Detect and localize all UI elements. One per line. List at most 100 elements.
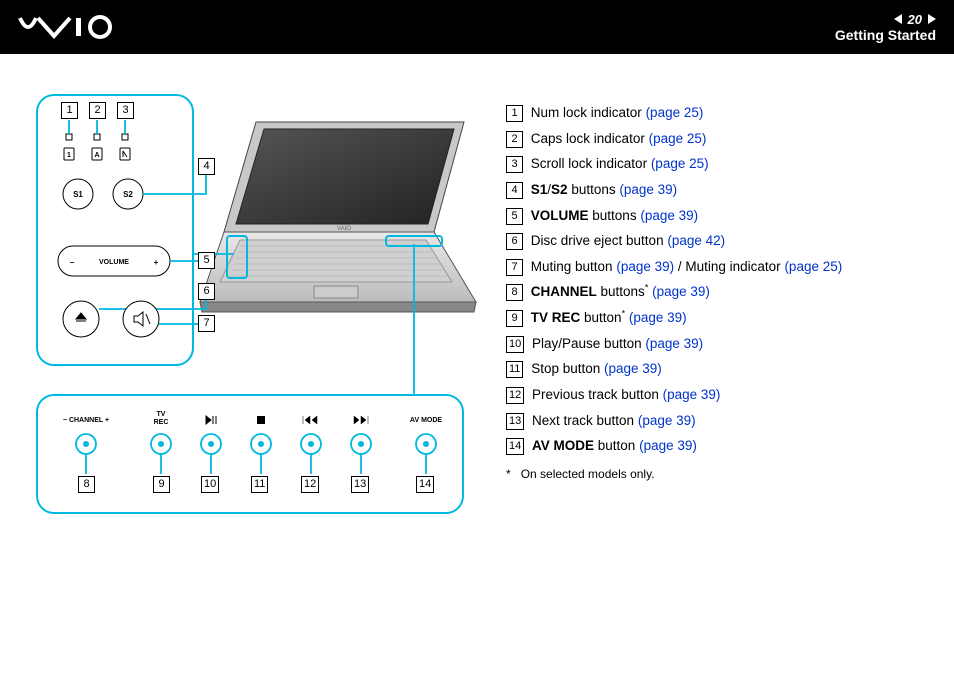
callout-3: 3 (117, 102, 134, 119)
legend-item: 12 Previous track button (page 39) (506, 382, 936, 408)
legend-bold: AV MODE (532, 438, 594, 453)
legend-item: 8 CHANNEL buttons* (page 39) (506, 279, 936, 305)
page-link[interactable]: (page 39) (639, 438, 697, 453)
legend-number: 11 (506, 361, 523, 378)
callout-1: 1 (61, 102, 78, 119)
callout-8: 8 (78, 476, 95, 493)
legend-number: 13 (506, 413, 524, 430)
legend-item: 7 Muting button (page 39) / Muting indic… (506, 254, 936, 280)
svg-text:+: + (154, 258, 159, 267)
callout-2: 2 (89, 102, 106, 119)
legend-text: Play/Pause button (532, 336, 645, 351)
page-link[interactable]: (page 39) (629, 310, 687, 325)
page-link[interactable]: (page 39) (616, 259, 674, 274)
svg-text:1: 1 (67, 152, 71, 159)
callout-6: 6 (198, 283, 215, 300)
legend-number: 7 (506, 259, 523, 276)
legend-item: 1 Num lock indicator (page 25) (506, 100, 936, 126)
svg-text:S1: S1 (73, 190, 83, 199)
legend-text: Previous track button (532, 387, 663, 402)
legend-item: 11 Stop button (page 39) (506, 356, 936, 382)
legend-text: buttons (597, 284, 645, 299)
legend-text: Muting button (531, 259, 617, 274)
legend-item: 6 Disc drive eject button (page 42) (506, 228, 936, 254)
legend-item: 10 Play/Pause button (page 39) (506, 331, 936, 357)
legend-number: 12 (506, 387, 524, 404)
legend-text: Scroll lock indicator (531, 156, 651, 171)
page-link[interactable]: (page 39) (645, 336, 703, 351)
page-nav: 20 Getting Started (835, 12, 936, 43)
next-page-icon[interactable] (928, 14, 936, 24)
svg-text:S2: S2 (123, 190, 133, 199)
svg-text:TV: TV (157, 411, 166, 418)
page-link[interactable]: (page 39) (619, 182, 677, 197)
legend-bold: TV REC (531, 310, 581, 325)
svg-text:A: A (94, 152, 99, 159)
callout-4: 4 (198, 158, 215, 175)
legend-number: 9 (506, 310, 523, 327)
legend-text: Disc drive eject button (531, 233, 668, 248)
legend-text: button (580, 310, 621, 325)
callout-12: 12 (301, 476, 319, 493)
page-link[interactable]: (page 39) (640, 208, 698, 223)
asterisk: * (622, 309, 626, 319)
legend-text: Next track button (532, 413, 638, 428)
prev-page-icon[interactable] (894, 14, 902, 24)
legend-item: 3 Scroll lock indicator (page 25) (506, 151, 936, 177)
page-link[interactable]: (page 42) (667, 233, 725, 248)
page-link[interactable]: (page 39) (663, 387, 721, 402)
page-link[interactable]: (page 25) (784, 259, 842, 274)
legend-item: 13 Next track button (page 39) (506, 408, 936, 434)
legend-text: Stop button (531, 361, 604, 376)
legend-text: Num lock indicator (531, 105, 646, 120)
legend-item: 4 S1/S2 buttons (page 39) (506, 177, 936, 203)
legend-number: 6 (506, 233, 523, 250)
legend-number: 2 (506, 131, 523, 148)
legend-text: / Muting indicator (674, 259, 784, 274)
section-title: Getting Started (835, 27, 936, 43)
callout-9: 9 (153, 476, 170, 493)
callout-14: 14 (416, 476, 434, 493)
legend-item: 5 VOLUME buttons (page 39) (506, 203, 936, 229)
legend-item: 14 AV MODE button (page 39) (506, 433, 936, 459)
content-area: VAIO 1 (0, 54, 954, 504)
footnote: * On selected models only. (506, 463, 936, 486)
legend-number: 1 (506, 105, 523, 122)
diagram-area: VAIO 1 (36, 94, 476, 486)
svg-text:−: − (70, 258, 75, 267)
page-link[interactable]: (page 25) (646, 105, 704, 120)
legend-bold: S1 (531, 182, 548, 197)
legend-bold: VOLUME (531, 208, 589, 223)
legend-number: 14 (506, 438, 524, 455)
svg-text:− CHANNEL +: − CHANNEL + (63, 417, 109, 424)
legend-number: 3 (506, 156, 523, 173)
svg-text:REC: REC (154, 419, 169, 426)
page-link[interactable]: (page 25) (649, 131, 707, 146)
vaio-logo (18, 14, 128, 40)
legend-text: Caps lock indicator (531, 131, 649, 146)
legend-number: 8 (506, 284, 523, 301)
callout-7: 7 (198, 315, 215, 332)
callout-13: 13 (351, 476, 369, 493)
svg-text:AV MODE: AV MODE (410, 417, 442, 424)
legend-number: 10 (506, 336, 524, 353)
page-link[interactable]: (page 39) (652, 284, 710, 299)
legend-item: 9 TV REC button* (page 39) (506, 305, 936, 331)
asterisk: * (645, 283, 649, 293)
legend-list: 1 Num lock indicator (page 25)2 Caps loc… (506, 94, 936, 486)
legend-text: button (594, 438, 639, 453)
legend-text: buttons (568, 182, 620, 197)
page-link[interactable]: (page 39) (638, 413, 696, 428)
callout-10: 10 (201, 476, 219, 493)
legend-number: 5 (506, 208, 523, 225)
legend-item: 2 Caps lock indicator (page 25) (506, 126, 936, 152)
page-link[interactable]: (page 25) (651, 156, 709, 171)
svg-text:VOLUME: VOLUME (99, 259, 129, 266)
callout-5: 5 (198, 252, 215, 269)
legend-text: buttons (589, 208, 641, 223)
diagram-overlay: 1 A S1 S2 − VOLUME + (36, 94, 476, 524)
page-number: 20 (908, 12, 922, 27)
legend-bold: CHANNEL (531, 284, 597, 299)
callout-11: 11 (251, 476, 268, 493)
page-link[interactable]: (page 39) (604, 361, 662, 376)
